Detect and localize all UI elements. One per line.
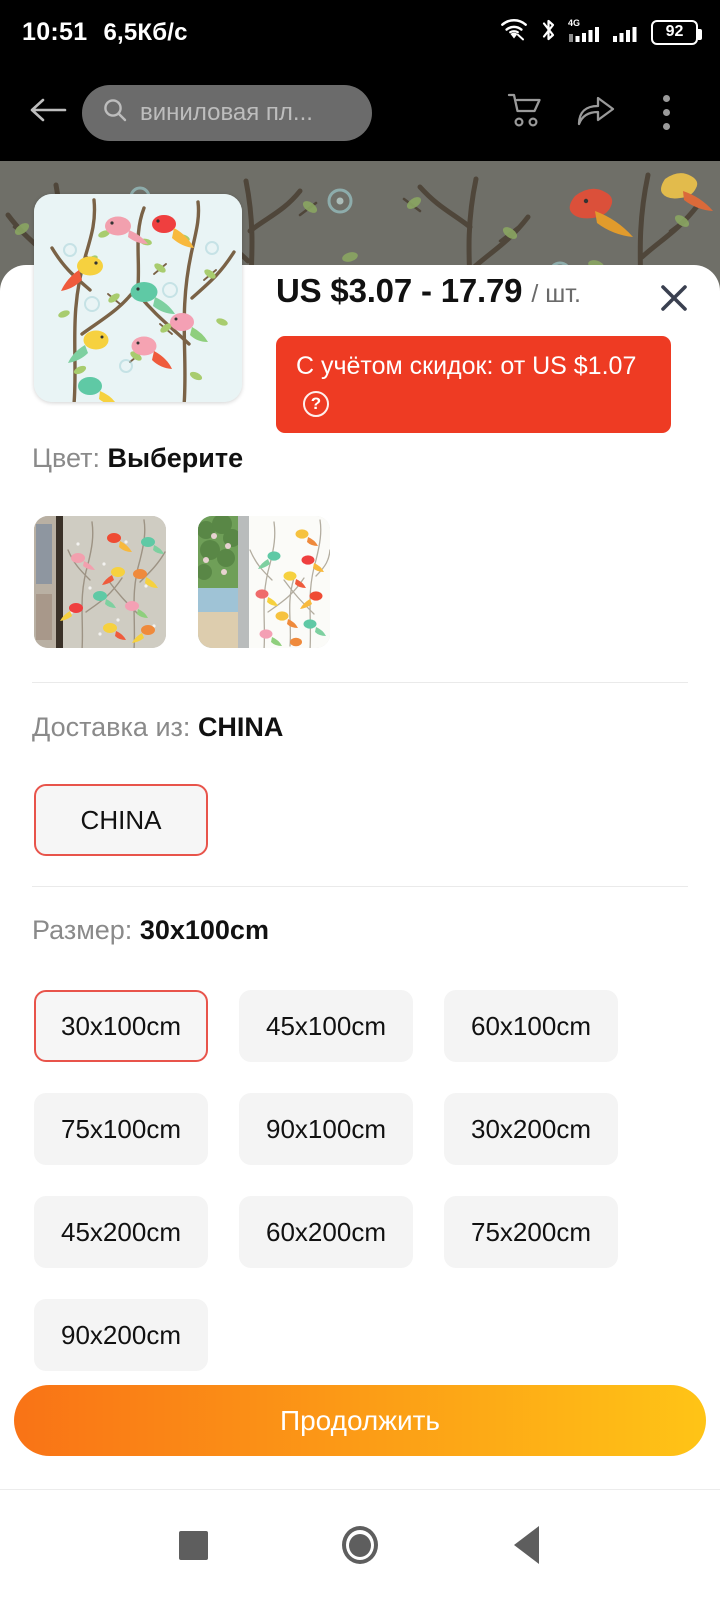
option-chip-label: 75x200cm: [471, 1216, 591, 1247]
home-button[interactable]: [323, 1508, 397, 1582]
price-row: US $3.07 - 17.79 / шт.: [276, 272, 696, 328]
more-vertical-icon: [662, 95, 670, 130]
android-nav-bar: [0, 1489, 720, 1600]
color-value: Выберите: [107, 443, 244, 473]
price-block: US $3.07 - 17.79 / шт. С учётом скидок: …: [276, 272, 696, 433]
color-swatch-option[interactable]: [198, 516, 330, 648]
recents-button[interactable]: [156, 1508, 230, 1582]
option-chip[interactable]: 90x200cm: [34, 1299, 208, 1371]
share-icon: [575, 92, 617, 133]
shipping-section: Доставка из: CHINA CHINA: [0, 712, 720, 856]
discount-banner[interactable]: С учётом скидок: от US $1.07?: [276, 336, 671, 433]
option-chip[interactable]: 75x200cm: [444, 1196, 618, 1268]
color-label: Цвет:: [32, 443, 101, 473]
option-chip[interactable]: 60x200cm: [239, 1196, 413, 1268]
size-value: 30x100cm: [139, 915, 269, 945]
option-chip-label: 90x100cm: [266, 1113, 386, 1144]
size-option-list: 30x100cm 45x100cm 60x100cm 75x100cm 90x100cm…: [0, 990, 720, 1371]
continue-button[interactable]: Продолжить: [14, 1385, 706, 1456]
svg-text:4G: 4G: [568, 18, 580, 28]
status-bar: 10:51 6,5Кб/c 4G 92: [0, 0, 720, 64]
cart-icon: [505, 90, 547, 135]
product-thumbnail-artwork: [34, 194, 242, 402]
size-label: Размер:: [32, 915, 133, 945]
close-sheet-button[interactable]: [652, 278, 696, 322]
color-swatch-option[interactable]: [34, 516, 166, 648]
section-divider: [32, 886, 688, 887]
size-section: Размер: 30x100cm 30x100cm 45x100cm 60x100c…: [0, 915, 720, 1371]
option-chip[interactable]: 30x200cm: [444, 1093, 618, 1165]
back-button[interactable]: [22, 87, 74, 139]
color-swatch-list: [0, 516, 720, 648]
shipping-section-title: Доставка из: CHINA: [0, 712, 720, 743]
option-chip-label: CHINA: [80, 804, 162, 835]
app-toolbar: виниловая пл...: [0, 64, 720, 161]
option-chip[interactable]: 90x100cm: [239, 1093, 413, 1165]
arrow-left-icon: [29, 96, 67, 129]
option-chip-label: 60x200cm: [266, 1216, 386, 1247]
question-mark-icon[interactable]: ?: [303, 390, 329, 417]
status-time: 10:51: [22, 17, 88, 46]
size-section-title: Размер: 30x100cm: [0, 915, 720, 946]
discount-text: С учётом скидок: от US $1.07: [296, 352, 637, 380]
square-icon: [178, 1530, 208, 1560]
toolbar-actions: [494, 81, 698, 145]
triangle-back-icon: [514, 1526, 540, 1564]
option-chip-label: 45x100cm: [266, 1010, 386, 1041]
option-chip[interactable]: 30x100cm: [34, 990, 208, 1062]
search-icon: [102, 97, 128, 128]
circle-icon: [341, 1526, 378, 1564]
product-thumbnail[interactable]: [34, 194, 242, 402]
battery-level: 92: [665, 23, 684, 40]
more-button[interactable]: [634, 81, 698, 145]
option-chip-label: 60x100cm: [471, 1010, 591, 1041]
section-divider: [32, 682, 688, 683]
shipping-value: CHINA: [197, 712, 284, 742]
close-icon: [658, 282, 690, 319]
wifi-icon: [499, 18, 529, 47]
price-value: US $3.07 - 17.79: [276, 272, 523, 309]
back-nav-button[interactable]: [490, 1508, 564, 1582]
option-chip-label: 30x100cm: [61, 1010, 181, 1041]
search-query-text: виниловая пл...: [140, 98, 313, 126]
price-unit: / шт.: [531, 280, 581, 308]
option-chip[interactable]: CHINA: [34, 784, 208, 856]
bluetooth-icon: [540, 17, 557, 48]
share-button[interactable]: [564, 81, 628, 145]
option-chip[interactable]: 45x200cm: [34, 1196, 208, 1268]
signal-icon: [613, 17, 640, 48]
battery-icon: 92: [651, 19, 702, 45]
option-chip[interactable]: 45x100cm: [239, 990, 413, 1062]
option-chip-label: 45x200cm: [61, 1216, 181, 1247]
network-speed: 6,5Кб/c: [103, 18, 188, 46]
option-chip-label: 75x100cm: [61, 1113, 181, 1144]
shipping-label: Доставка из:: [32, 712, 191, 742]
option-chip-label: 30x200cm: [471, 1113, 591, 1144]
cart-button[interactable]: [494, 81, 558, 145]
window-film-grey-room-image: [34, 516, 166, 648]
status-bar-right: 4G 92: [499, 17, 702, 48]
option-chip[interactable]: 60x100cm: [444, 990, 618, 1062]
status-bar-left: 10:51 6,5Кб/c: [22, 18, 188, 47]
color-section-title: Цвет: Выберите: [0, 443, 720, 474]
shipping-option-list: CHINA: [0, 784, 720, 856]
option-chip[interactable]: 75x100cm: [34, 1093, 208, 1165]
option-chip-label: 90x200cm: [61, 1319, 181, 1350]
window-film-white-garden-image: [198, 516, 330, 648]
color-section: Цвет: Выберите: [0, 443, 720, 648]
search-input[interactable]: виниловая пл...: [82, 84, 372, 141]
signal-4g-icon: 4G: [568, 17, 602, 48]
